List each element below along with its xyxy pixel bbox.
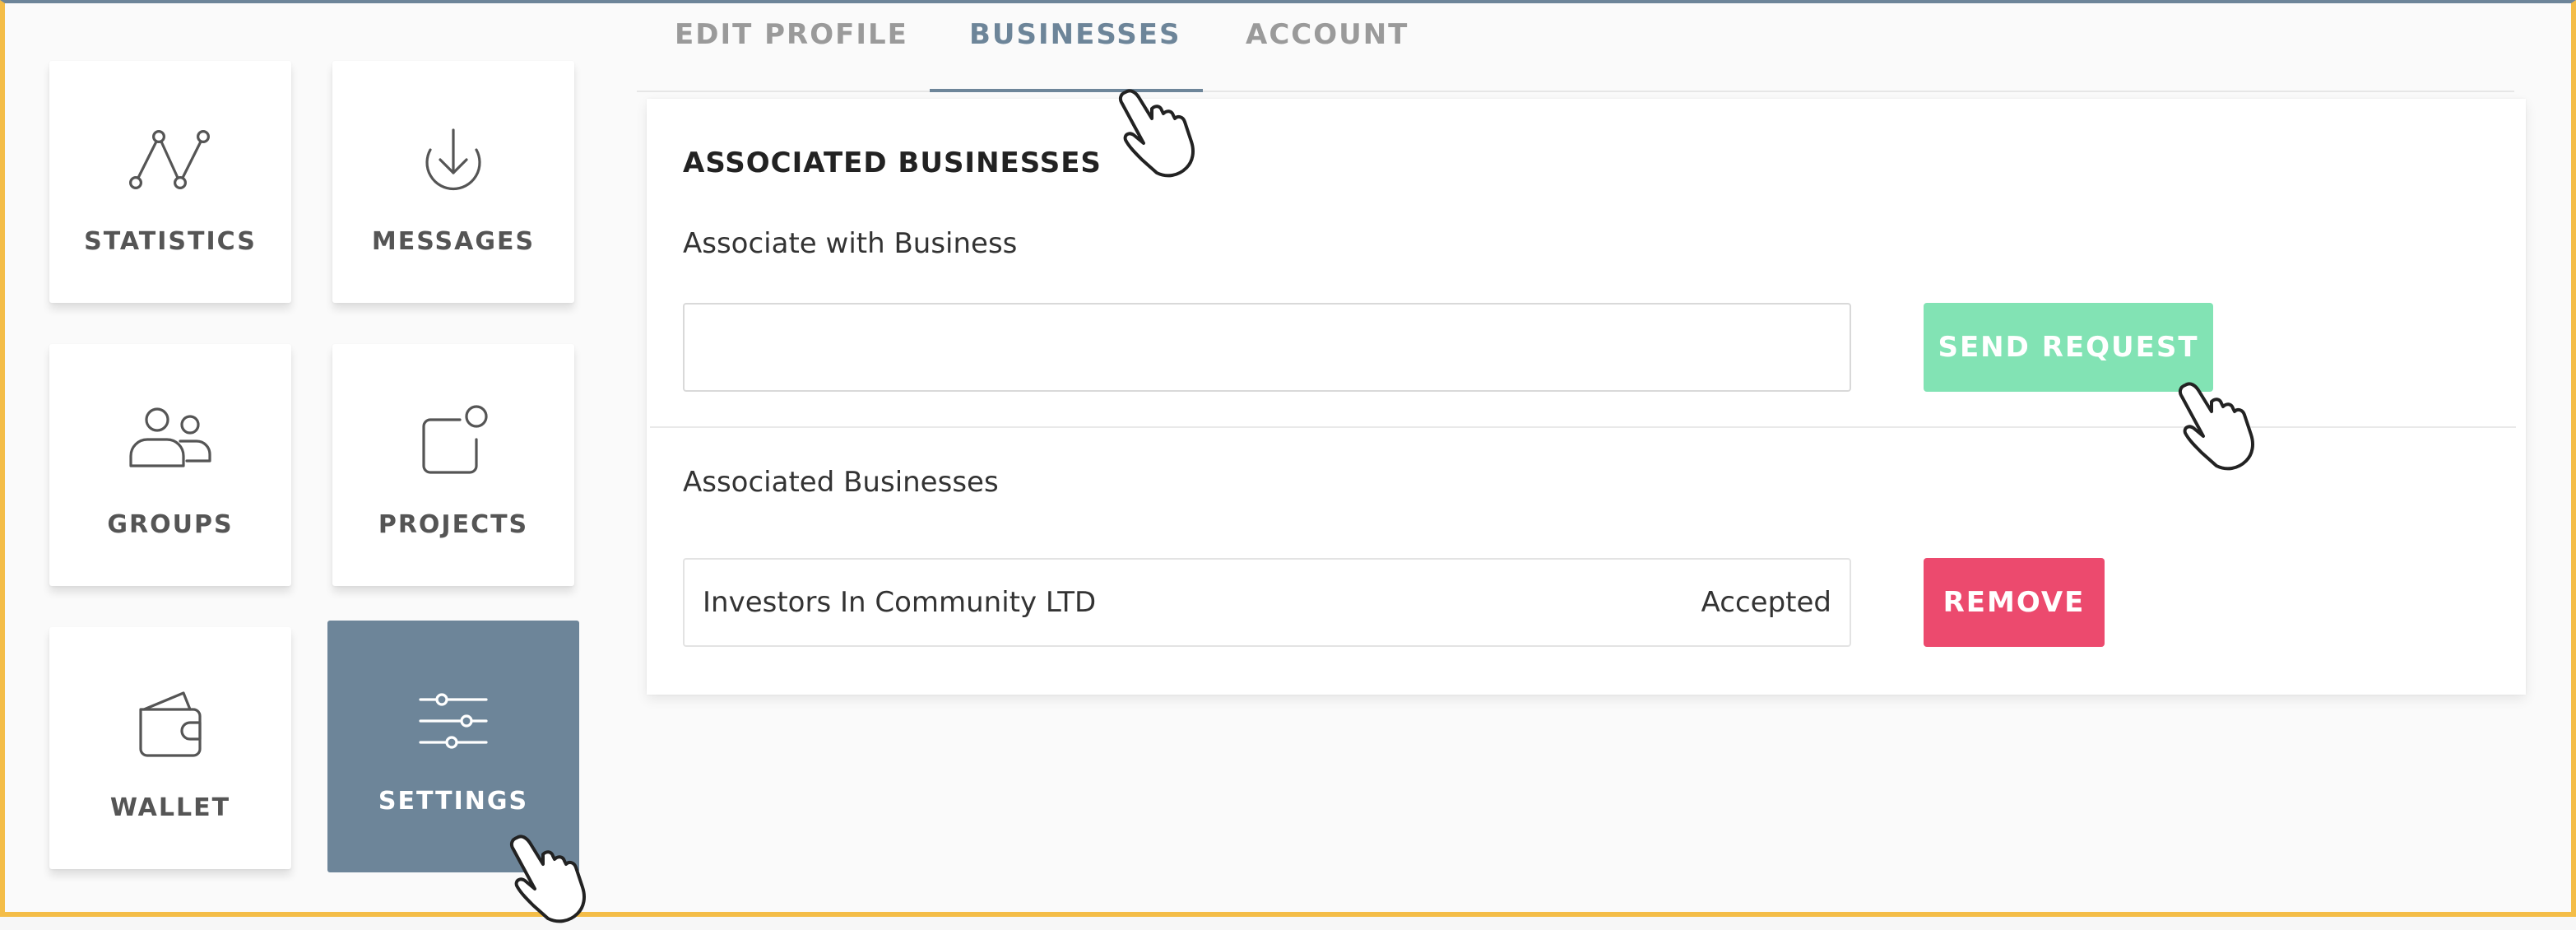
sidebar-item-projects[interactable]: PROJECTS (332, 344, 574, 586)
card-title: ASSOCIATED BUSINESSES (683, 146, 1102, 179)
sidebar-item-groups[interactable]: GROUPS (49, 344, 291, 586)
business-search-input[interactable] (683, 303, 1851, 392)
associate-label: Associate with Business (683, 227, 1018, 260)
download-icon (425, 128, 481, 191)
profile-tabs: EDIT PROFILE BUSINESSES ACCOUNT (637, 3, 2514, 92)
wallet-icon (139, 691, 202, 757)
tab-account[interactable]: ACCOUNT (1246, 18, 1409, 51)
send-request-button[interactable]: SEND REQUEST (1924, 303, 2213, 392)
pointer-hand-icon (509, 835, 586, 923)
sidebar-item-messages[interactable]: MESSAGES (332, 61, 574, 303)
sidebar-item-label: MESSAGES (371, 227, 536, 256)
projects-icon (422, 405, 488, 474)
associated-businesses-label: Associated Businesses (683, 466, 999, 499)
tab-businesses[interactable]: BUSINESSES (969, 18, 1181, 51)
sidebar-item-label: SETTINGS (378, 787, 529, 816)
tab-edit-profile[interactable]: EDIT PROFILE (675, 18, 908, 51)
pointer-hand-icon (2178, 382, 2254, 471)
groups-icon (129, 407, 211, 467)
remove-business-button[interactable]: REMOVE (1924, 558, 2105, 647)
statistics-icon (129, 130, 210, 189)
business-name: Investors In Community LTD (703, 586, 1097, 619)
sidebar-item-statistics[interactable]: STATISTICS (49, 61, 291, 303)
pointer-hand-icon (1118, 89, 1195, 178)
sidebar-item-label: PROJECTS (378, 510, 529, 539)
sidebar-item-wallet[interactable]: WALLET (49, 627, 291, 869)
sliders-icon (419, 693, 488, 749)
business-row: Investors In Community LTD Accepted (683, 558, 1851, 647)
sidebar-item-label: WALLET (109, 793, 231, 822)
business-status: Accepted (1701, 586, 1831, 619)
sidebar-item-label: GROUPS (107, 510, 234, 539)
sidebar-item-label: STATISTICS (84, 227, 257, 256)
